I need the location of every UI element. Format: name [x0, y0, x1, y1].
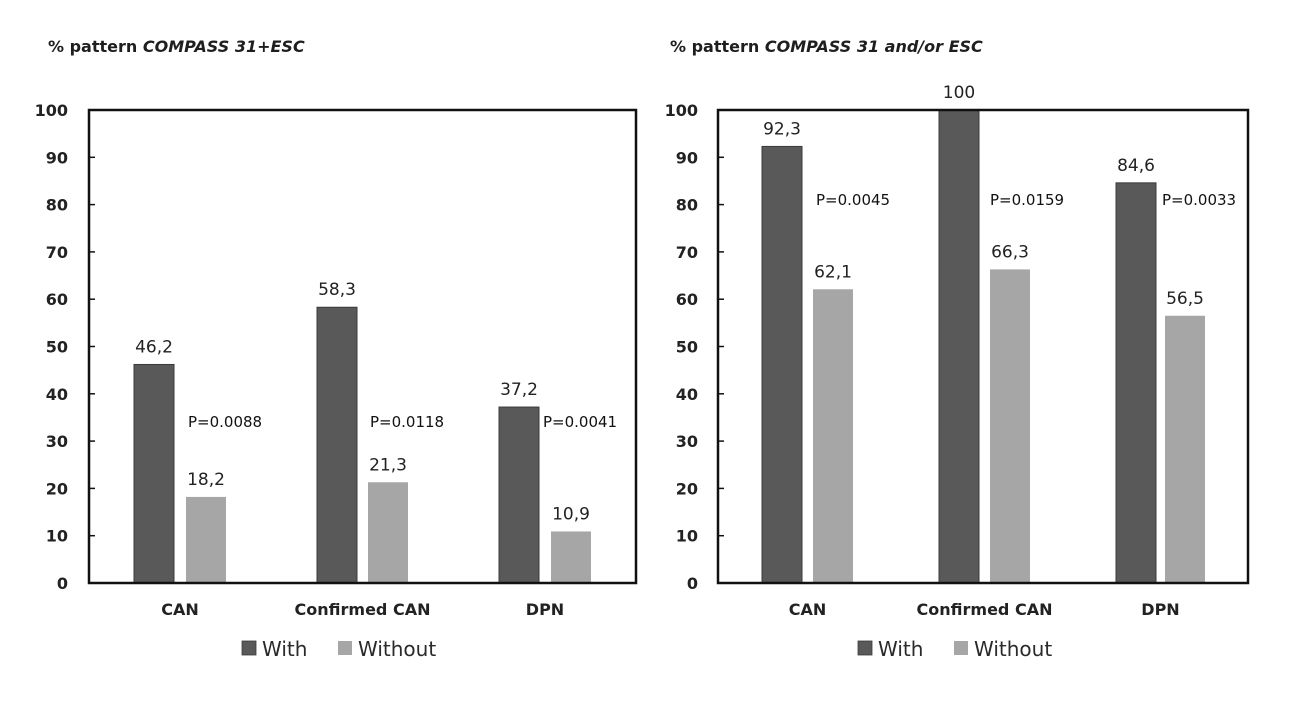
data-label: 10,9: [552, 504, 590, 524]
p-value-annotation: P=0.0088: [188, 413, 262, 431]
bar-without-can: [813, 289, 853, 583]
chart-left: % pattern COMPASS 31+ESC 46,2 58,3 37,2 18,…: [35, 37, 638, 661]
bar-with-can: [761, 145, 803, 584]
legend-swatch-without: [338, 641, 352, 655]
y-tick-label: 60: [676, 290, 698, 309]
data-label: 66,3: [991, 242, 1029, 262]
bar-without-confirmed-can: [990, 269, 1030, 583]
data-label: 18,2: [187, 470, 225, 490]
p-value-annotation: P=0.0118: [370, 413, 444, 431]
y-tick-label: 10: [676, 527, 698, 546]
bar-without-dpn: [1165, 315, 1205, 583]
x-tick-label: DPN: [526, 600, 564, 619]
y-tick-label: 0: [687, 574, 698, 593]
y-tick-label: 70: [46, 243, 68, 262]
y-tick-label: 10: [46, 527, 68, 546]
y-tick-label: 20: [46, 479, 68, 498]
y-tick-label: 40: [46, 385, 68, 404]
y-tick-label: 70: [676, 243, 698, 262]
x-tick-label: CAN: [789, 600, 827, 619]
p-value-annotation: P=0.0045: [816, 191, 890, 209]
x-tick-label: Confirmed CAN: [295, 600, 431, 619]
title-prefix: % pattern: [48, 37, 143, 56]
y-tick-label: 40: [676, 385, 698, 404]
legend-swatch-with: [241, 640, 257, 656]
y-tick-label: 0: [57, 574, 68, 593]
chart-title: % pattern COMPASS 31 and/or ESC: [670, 37, 983, 56]
legend-label-with: With: [878, 637, 923, 661]
legend-swatch-without: [954, 641, 968, 655]
x-tick-label: DPN: [1141, 600, 1179, 619]
p-value-annotation: P=0.0041: [543, 413, 617, 431]
p-value-annotation: P=0.0033: [1162, 191, 1236, 209]
data-label: 92,3: [763, 119, 801, 139]
legend-label-without: Without: [974, 637, 1052, 661]
legend-swatch-with: [857, 640, 873, 656]
bar-with-dpn: [498, 406, 540, 584]
y-tick-label: 60: [46, 290, 68, 309]
data-label: 84,6: [1117, 156, 1155, 176]
bar-with-can: [133, 363, 175, 584]
figure: % pattern COMPASS 31+ESC 46,2 58,3 37,2 18,…: [35, 37, 1250, 661]
y-tick-label: 100: [35, 101, 68, 120]
data-label: 56,5: [1166, 289, 1204, 309]
bar-with-confirmed-can: [316, 306, 358, 584]
y-tick-label: 100: [665, 101, 698, 120]
y-tick-label: 50: [676, 338, 698, 357]
y-tick-label: 90: [46, 148, 68, 167]
data-label: 62,1: [814, 262, 852, 282]
y-tick-label: 80: [46, 196, 68, 215]
data-label: 58,3: [318, 280, 356, 300]
data-label: 21,3: [369, 455, 407, 475]
title-italic: COMPASS 31 and/or ESC: [765, 37, 983, 56]
legend: With Without: [857, 637, 1052, 661]
title-prefix: % pattern: [670, 37, 765, 56]
x-tick-label: CAN: [161, 600, 199, 619]
data-label: 100: [943, 83, 975, 103]
data-label: 37,2: [500, 380, 538, 400]
chart-right: % pattern COMPASS 31 and/or ESC 92,31008…: [665, 37, 1250, 661]
bar-with-dpn: [1115, 182, 1157, 584]
bar-without-confirmed-can: [368, 482, 408, 583]
p-value-annotation: P=0.0159: [990, 191, 1064, 209]
y-tick-label: 20: [676, 479, 698, 498]
y-tick-label: 50: [46, 338, 68, 357]
y-tick-label: 90: [676, 148, 698, 167]
x-tick-label: Confirmed CAN: [917, 600, 1053, 619]
bar-without-can: [186, 496, 226, 583]
legend-label-with: With: [262, 637, 307, 661]
y-tick-label: 80: [676, 196, 698, 215]
y-tick-label: 30: [46, 432, 68, 451]
bar-with-confirmed-can: [938, 109, 980, 584]
legend-label-without: Without: [358, 637, 436, 661]
y-tick-label: 30: [676, 432, 698, 451]
title-italic: COMPASS 31+ESC: [143, 37, 305, 56]
bar-without-dpn: [551, 531, 591, 583]
legend: With Without: [241, 637, 436, 661]
data-label: 46,2: [135, 337, 173, 357]
chart-title: % pattern COMPASS 31+ESC: [48, 37, 305, 56]
